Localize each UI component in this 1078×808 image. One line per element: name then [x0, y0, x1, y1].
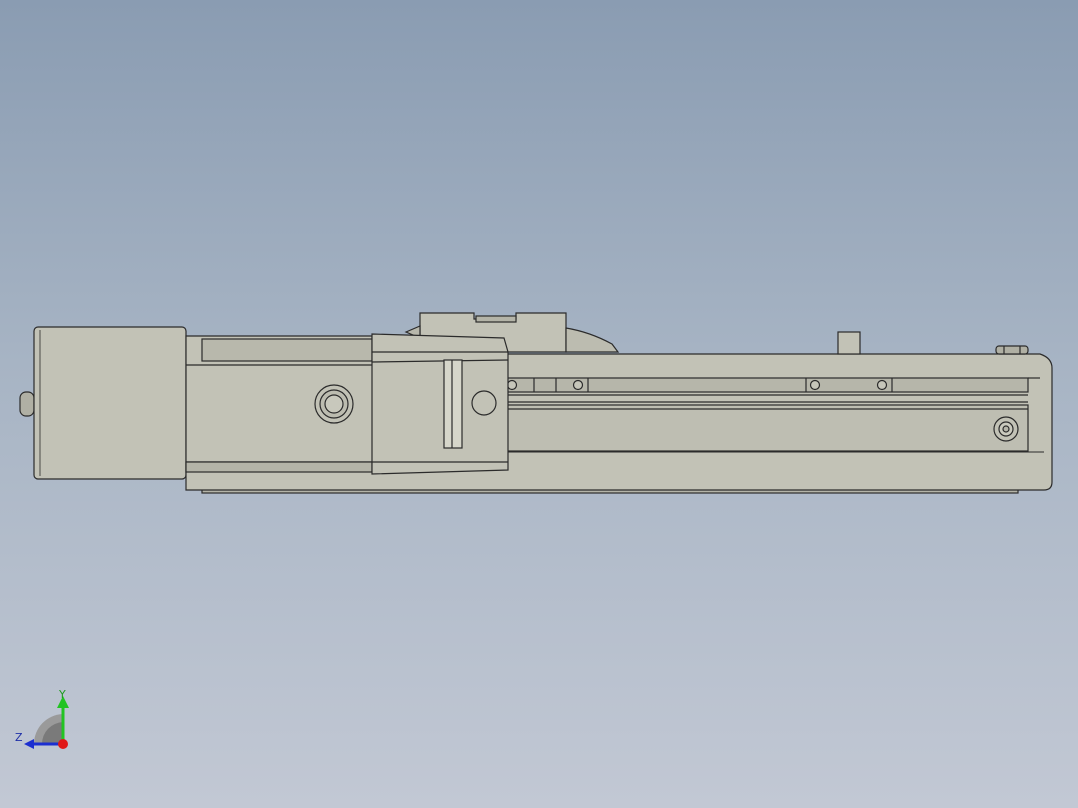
motor-housing — [33, 326, 187, 480]
model-edge — [1002, 425, 1010, 433]
carriage-slot — [443, 359, 463, 449]
triad-z-label: Z — [15, 731, 23, 744]
triad-origin — [58, 739, 68, 749]
model-edge — [19, 312, 1053, 494]
model-edge — [475, 315, 517, 323]
rail-slot-lower — [505, 404, 1029, 452]
rail-slot-top — [505, 377, 1029, 393]
coupler-bottom-strip — [185, 461, 373, 473]
rail-hole — [572, 379, 584, 391]
triad-graphic — [24, 696, 69, 749]
actuator-model[interactable] — [0, 0, 1078, 808]
carriage-lever — [565, 327, 620, 353]
rail-hole — [809, 379, 821, 391]
sensor-block — [837, 331, 861, 355]
model-edge — [324, 394, 344, 414]
motor-knob — [19, 391, 35, 417]
orientation-triad[interactable]: Y Z — [10, 686, 80, 756]
coupler-top-strip — [201, 338, 373, 362]
end-bolt — [995, 345, 1029, 355]
graphics-viewport[interactable]: Y Z — [0, 0, 1078, 808]
triad-shape — [24, 739, 34, 749]
carriage-hole — [471, 390, 497, 416]
triad-y-label: Y — [59, 688, 66, 701]
rail-hole — [876, 379, 888, 391]
rail-hole — [506, 379, 518, 391]
